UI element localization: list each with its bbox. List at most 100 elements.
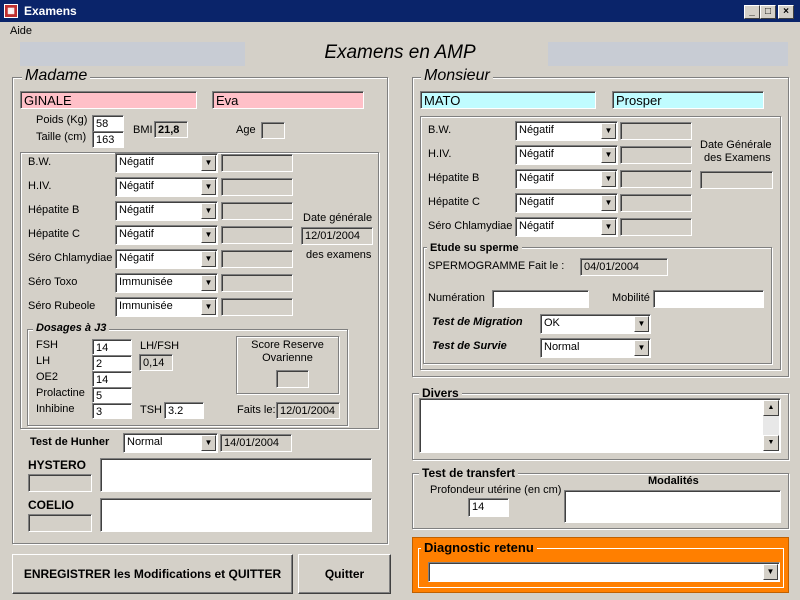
faits-label: Faits le: — [237, 404, 276, 416]
spermo-label: SPERMOGRAMME Fait le : — [428, 260, 565, 272]
divers-scrollbar[interactable]: ▲ ▼ — [763, 400, 779, 451]
lh-field[interactable]: 2 — [92, 355, 132, 371]
chevron-down-icon[interactable]: ▼ — [601, 123, 616, 139]
chevron-down-icon[interactable]: ▼ — [763, 564, 778, 580]
scroll-up-icon[interactable]: ▲ — [763, 400, 779, 416]
survie-label: Test de Survie — [432, 340, 507, 352]
chevron-down-icon[interactable]: ▼ — [201, 179, 216, 195]
taille-field[interactable]: 163 — [92, 131, 124, 148]
fsh-field[interactable]: 14 — [92, 339, 132, 355]
chevron-down-icon[interactable]: ▼ — [201, 203, 216, 219]
chevron-down-icon[interactable]: ▼ — [634, 316, 649, 332]
monsieur-sero-select-value: Négatif — [519, 172, 554, 184]
monsieur-prenom-field[interactable]: Prosper — [612, 91, 764, 109]
chevron-down-icon[interactable]: ▼ — [601, 219, 616, 235]
migration-select[interactable]: OK ▼ — [540, 314, 651, 334]
madame-nom-field[interactable]: GINALE — [20, 91, 197, 109]
minimize-button[interactable]: _ — [744, 5, 760, 19]
hystero-text[interactable] — [100, 458, 372, 492]
quit-button[interactable]: Quitter — [298, 554, 391, 594]
madame-sero-select[interactable]: Négatif ▼ — [115, 153, 218, 173]
madame-sero-date-field — [221, 250, 293, 268]
madame-sero-select[interactable]: Négatif ▼ — [115, 225, 218, 245]
monsieur-date-gen-label-2: des Examens — [704, 152, 771, 164]
faits-date-field: 12/01/2004 — [276, 402, 340, 419]
coelio-date-field — [28, 514, 92, 532]
mobilite-field[interactable] — [653, 290, 764, 308]
madame-sero-select[interactable]: Négatif ▼ — [115, 177, 218, 197]
numeration-field[interactable] — [492, 290, 589, 308]
monsieur-sero-select[interactable]: Négatif ▼ — [515, 145, 618, 165]
maximize-button[interactable]: □ — [760, 5, 776, 19]
madame-sero-label: Hépatite C — [28, 228, 80, 240]
sperme-title: Etude su sperme — [427, 241, 522, 255]
chevron-down-icon[interactable]: ▼ — [201, 299, 216, 315]
header-band-right — [548, 42, 788, 66]
hunher-select-value: Normal — [127, 436, 163, 448]
monsieur-sero-date-field — [620, 194, 692, 212]
madame-date-gen-field: 12/01/2004 — [301, 227, 373, 245]
divers-text[interactable]: ▲ ▼ — [419, 398, 781, 453]
madame-sero-select[interactable]: Négatif ▼ — [115, 249, 218, 269]
oe2-label: OE2 — [36, 371, 59, 383]
taille-label: Taille (cm) — [36, 131, 87, 143]
chevron-down-icon[interactable]: ▼ — [201, 435, 216, 451]
monsieur-date-gen-label: Date Générale — [700, 139, 772, 151]
monsieur-sero-select[interactable]: Négatif ▼ — [515, 217, 618, 237]
monsieur-sero-date-field — [620, 218, 692, 236]
chevron-down-icon[interactable]: ▼ — [601, 195, 616, 211]
monsieur-sero-select[interactable]: Négatif ▼ — [515, 169, 618, 189]
age-label: Age — [236, 124, 256, 136]
modalites-label: Modalités — [648, 475, 699, 487]
monsieur-sero-select-value: Négatif — [519, 196, 554, 208]
madame-sero-select[interactable]: Immunisée ▼ — [115, 273, 218, 293]
madame-sero-select-value: Négatif — [119, 180, 154, 192]
survie-select-value: Normal — [544, 341, 580, 353]
oe2-field[interactable]: 14 — [92, 371, 132, 387]
chevron-down-icon[interactable]: ▼ — [201, 251, 216, 267]
chevron-down-icon[interactable]: ▼ — [201, 227, 216, 243]
score-label: Score Reserve — [251, 339, 324, 351]
prolactine-field[interactable]: 5 — [92, 387, 132, 403]
monsieur-nom-field[interactable]: MATO — [420, 91, 596, 109]
scroll-down-icon[interactable]: ▼ — [763, 435, 779, 451]
tsh-field[interactable]: 3.2 — [164, 402, 204, 419]
madame-sero-select[interactable]: Immunisée ▼ — [115, 297, 218, 317]
madame-prenom-field[interactable]: Eva — [212, 91, 364, 109]
madame-date-gen-label: Date générale — [303, 212, 373, 224]
page-title: Examens en AMP — [324, 42, 476, 63]
chevron-down-icon[interactable]: ▼ — [601, 171, 616, 187]
survie-select[interactable]: Normal ▼ — [540, 338, 651, 358]
poids-label: Poids (Kg) — [36, 114, 88, 126]
save-quit-button[interactable]: ENREGISTRER les Modifications et QUITTER — [12, 554, 293, 594]
monsieur-sero-select[interactable]: Négatif ▼ — [515, 121, 618, 141]
diagnostic-select[interactable]: ▼ — [428, 562, 780, 582]
profondeur-field[interactable]: 14 — [468, 498, 509, 517]
chevron-down-icon[interactable]: ▼ — [634, 340, 649, 356]
coelio-text[interactable] — [100, 498, 372, 532]
hunher-select[interactable]: Normal ▼ — [123, 433, 218, 453]
migration-select-value: OK — [544, 317, 560, 329]
madame-sero-date-field — [221, 298, 293, 316]
monsieur-sero-label: H.IV. — [428, 148, 452, 160]
madame-sero-select[interactable]: Négatif ▼ — [115, 201, 218, 221]
modalites-text[interactable] — [564, 490, 781, 523]
inhibine-field[interactable]: 3 — [92, 403, 132, 419]
chevron-down-icon[interactable]: ▼ — [201, 275, 216, 291]
madame-sero-label: Séro Chlamydiae — [28, 252, 113, 264]
monsieur-sero-select[interactable]: Négatif ▼ — [515, 193, 618, 213]
chevron-down-icon[interactable]: ▼ — [601, 147, 616, 163]
monsieur-sero-label: Séro Chlamydiae — [428, 220, 513, 232]
hystero-date-field — [28, 474, 92, 492]
poids-field[interactable]: 58 — [92, 115, 124, 132]
migration-label: Test de Migration — [432, 316, 523, 328]
window-titlebar: Examens — [0, 0, 800, 22]
hystero-label: HYSTERO — [28, 458, 87, 472]
transfert-title: Test de transfert — [419, 466, 519, 480]
madame-sero-select-value: Immunisée — [119, 276, 173, 288]
monsieur-sero-select-value: Négatif — [519, 148, 554, 160]
chevron-down-icon[interactable]: ▼ — [201, 155, 216, 171]
madame-sero-label: B.W. — [28, 156, 52, 168]
close-button[interactable]: × — [778, 5, 794, 19]
menu-item-aide[interactable]: Aide — [10, 25, 32, 37]
